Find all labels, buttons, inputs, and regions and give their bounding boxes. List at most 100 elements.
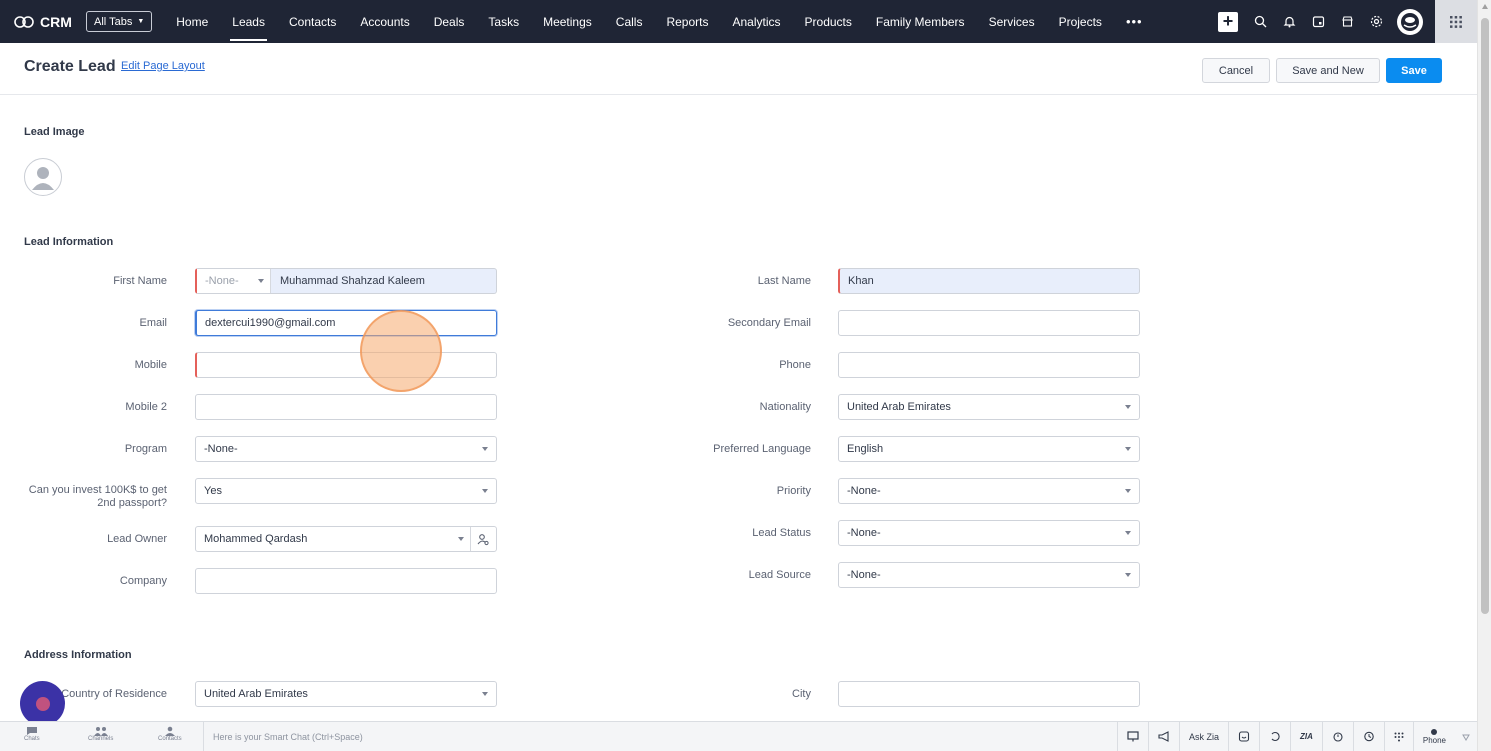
top-right-toolbar: + <box>1218 0 1477 43</box>
tab-family-members[interactable]: Family Members <box>864 0 977 43</box>
last-name-field[interactable]: Khan <box>838 268 1140 294</box>
program-label: Program <box>124 443 167 455</box>
tab-accounts[interactable]: Accounts <box>348 0 421 43</box>
smart-chat-input[interactable]: Here is your Smart Chat (Ctrl+Space) <box>203 722 1073 751</box>
mobile-field[interactable] <box>195 352 497 378</box>
tab-analytics[interactable]: Analytics <box>720 0 792 43</box>
mobile-label: Mobile <box>134 359 167 371</box>
company-field[interactable] <box>195 568 497 594</box>
apps-grid-icon <box>1450 15 1462 28</box>
first-name-field[interactable]: -None- Muhammad Shahzad Kaleem <box>195 268 497 294</box>
search-icon[interactable] <box>1247 9 1273 35</box>
salutation-select[interactable]: -None- <box>197 269 271 293</box>
chevron-down-icon <box>258 279 264 283</box>
tab-contacts[interactable]: Contacts <box>277 0 348 43</box>
save-button[interactable]: Save <box>1386 58 1442 83</box>
chevron-down-icon: ▼ <box>137 18 145 25</box>
section-address-information-title: Address Information <box>24 649 132 661</box>
tab-meetings[interactable]: Meetings <box>531 0 604 43</box>
secondary-email-field[interactable] <box>838 310 1140 336</box>
page-title: Create Lead <box>24 58 116 75</box>
nationality-value: United Arab Emirates <box>847 401 951 413</box>
priority-select[interactable]: -None- <box>838 478 1140 504</box>
user-avatar[interactable] <box>1397 8 1423 35</box>
tab-leads[interactable]: Leads <box>220 0 277 43</box>
tab-services[interactable]: Services <box>977 0 1047 43</box>
lead-owner-select[interactable]: Mohammed Qardash <box>195 526 497 552</box>
tab-products[interactable]: Products <box>793 0 864 43</box>
last-name-value: Khan <box>848 275 874 287</box>
tab-tasks[interactable]: Tasks <box>476 0 531 43</box>
history-icon[interactable] <box>1258 722 1290 751</box>
channels-icon <box>93 727 108 736</box>
more-tabs-button[interactable]: ••• <box>1114 14 1155 29</box>
chevron-down-icon <box>482 489 488 493</box>
cancel-button[interactable]: Cancel <box>1202 58 1270 83</box>
phone-button[interactable]: Phone <box>1412 722 1455 751</box>
lead-image-upload[interactable] <box>24 158 62 196</box>
zia-icon[interactable]: ZIA <box>1289 722 1322 751</box>
tab-calls[interactable]: Calls <box>604 0 655 43</box>
priority-value: -None- <box>847 485 881 497</box>
mobile2-field[interactable] <box>195 394 497 420</box>
first-name-label: First Name <box>113 275 167 287</box>
phone-label: Phone <box>779 359 811 371</box>
program-select[interactable]: -None- <box>195 436 497 462</box>
alarm-clock-icon[interactable] <box>1321 722 1353 751</box>
bottom-right-tools: Ask Zia ZIA Phone <box>1116 722 1477 751</box>
bottom-bar: Chats Channels Contacts Here is your Sma… <box>0 721 1477 751</box>
page-scrollbar[interactable] <box>1477 0 1491 751</box>
last-name-label: Last Name <box>757 275 811 287</box>
expand-icon[interactable] <box>1455 722 1477 751</box>
nationality-label: Nationality <box>759 401 811 413</box>
recent-icon[interactable] <box>1352 722 1384 751</box>
gear-icon[interactable] <box>1363 9 1389 35</box>
lead-status-select[interactable]: -None- <box>838 520 1140 546</box>
tab-home[interactable]: Home <box>164 0 220 43</box>
preferred-language-select[interactable]: English <box>838 436 1140 462</box>
chat-launcher-button[interactable] <box>20 681 65 726</box>
megaphone-icon[interactable] <box>1147 722 1179 751</box>
preferred-language-label: Preferred Language <box>713 443 811 455</box>
email-label: Email <box>139 317 167 329</box>
scrollbar-thumb[interactable] <box>1481 18 1489 614</box>
create-new-button[interactable]: + <box>1218 11 1238 32</box>
program-value: -None- <box>204 443 238 455</box>
marketplace-icon[interactable] <box>1334 9 1360 35</box>
calendar-icon[interactable] <box>1305 9 1331 35</box>
city-label: City <box>792 688 811 700</box>
notes-icon[interactable] <box>1227 722 1259 751</box>
bottom-chats[interactable]: Chats <box>24 726 40 742</box>
invest-value: Yes <box>204 485 222 497</box>
crm-logo[interactable]: CRM <box>14 14 80 30</box>
tab-deals[interactable]: Deals <box>422 0 477 43</box>
module-tabs: Home Leads Contacts Accounts Deals Tasks… <box>164 0 1154 43</box>
apps-grid-button[interactable] <box>1435 0 1477 43</box>
save-and-new-button[interactable]: Save and New <box>1276 58 1380 83</box>
scroll-up-arrow-icon[interactable] <box>1482 4 1488 9</box>
nationality-select[interactable]: United Arab Emirates <box>838 394 1140 420</box>
tab-reports[interactable]: Reports <box>654 0 720 43</box>
bottom-channels[interactable]: Channels <box>88 726 113 742</box>
invest-select[interactable]: Yes <box>195 478 497 504</box>
email-field[interactable]: dextercui1990@gmail.com <box>195 310 497 336</box>
screen-share-icon[interactable] <box>1116 722 1148 751</box>
preferred-language-value: English <box>847 443 884 455</box>
lookup-user-button[interactable] <box>470 527 496 551</box>
chat-bubble-icon <box>35 696 50 711</box>
all-tabs-dropdown[interactable]: All Tabs ▼ <box>86 11 153 32</box>
bottom-contacts[interactable]: Contacts <box>158 726 182 742</box>
bell-icon[interactable] <box>1276 9 1302 35</box>
ask-zia-button[interactable]: Ask Zia <box>1178 722 1228 751</box>
lead-status-value: -None- <box>847 527 881 539</box>
dialpad-icon[interactable] <box>1383 722 1413 751</box>
all-tabs-label: All Tabs <box>94 15 133 28</box>
lead-source-select[interactable]: -None- <box>838 562 1140 588</box>
city-field[interactable] <box>838 681 1140 707</box>
country-of-residence-select[interactable]: United Arab Emirates <box>195 681 497 707</box>
phone-label-bottom: Phone <box>1422 736 1446 745</box>
phone-field[interactable] <box>838 352 1140 378</box>
crm-logo-icon <box>14 15 34 28</box>
tab-projects[interactable]: Projects <box>1047 0 1114 43</box>
edit-page-layout-link[interactable]: Edit Page Layout <box>121 60 205 72</box>
